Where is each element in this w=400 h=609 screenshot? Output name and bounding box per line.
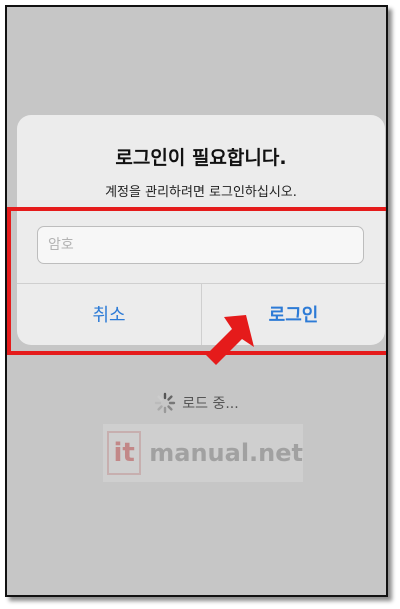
- site-watermark: it manual.net: [103, 424, 303, 482]
- dialog-title: 로그인이 필요합니다.: [115, 147, 287, 169]
- login-alert-dialog: 로그인이 필요합니다. 계정을 관리하려면 로그인하십시오. 취소 로그인: [17, 115, 385, 345]
- spinner-icon: [155, 392, 176, 414]
- loading-text: 로드 중...: [182, 396, 239, 412]
- login-button[interactable]: 로그인: [202, 284, 385, 344]
- screenshot-frame: 로그인이 필요합니다. 계정을 관리하려면 로그인하십시오. 취소 로그인 로드…: [5, 5, 388, 597]
- cancel-button[interactable]: 취소: [17, 284, 201, 344]
- dialog-message: 계정을 관리하려면 로그인하십시오.: [105, 185, 297, 200]
- loading-indicator: 로드 중...: [7, 392, 386, 414]
- dimmed-background: 로그인이 필요합니다. 계정을 관리하려면 로그인하십시오. 취소 로그인 로드…: [7, 7, 386, 595]
- watermark-logo: it: [107, 431, 142, 475]
- password-input[interactable]: [37, 226, 364, 264]
- watermark-text: manual.net: [149, 439, 303, 467]
